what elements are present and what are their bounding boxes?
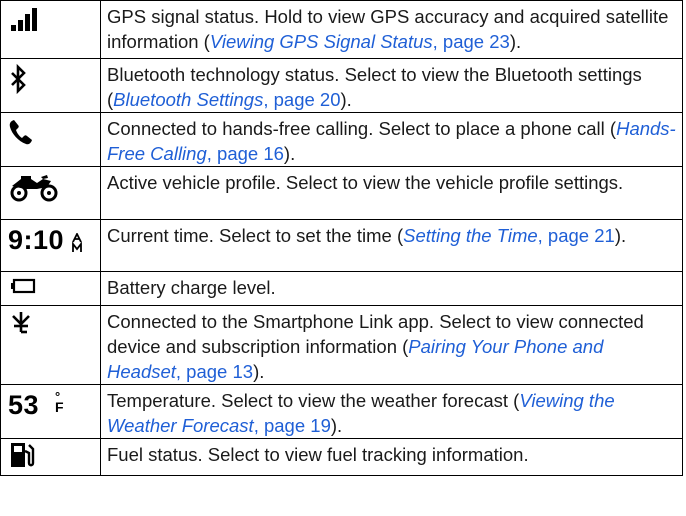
table-row: Connected to hands-free calling. Select … (0, 112, 683, 167)
icon-cell: 9:10 (0, 219, 101, 272)
description-tail: ). (614, 225, 627, 246)
page-reference[interactable]: , page 20 (263, 89, 340, 110)
temperature-display: 53 (8, 390, 40, 420)
description-text: Temperature. Select to view the weather … (107, 390, 520, 411)
icon-cell (0, 112, 101, 167)
smartphone-link-icon (12, 312, 30, 334)
clock-display: 9:10 (8, 225, 65, 255)
cross-reference-link[interactable]: Setting the Time (403, 225, 538, 246)
cross-reference-link[interactable]: Viewing GPS Signal Status (210, 31, 433, 52)
icon-cell (0, 438, 101, 476)
table-row: GPS signal status. Hold to view GPS accu… (0, 0, 683, 59)
page-reference[interactable]: , page 19 (254, 415, 331, 436)
description-cell: Connected to hands-free calling. Select … (100, 112, 683, 167)
signal-bars-icon (11, 8, 37, 31)
icon-cell (0, 58, 101, 113)
description-cell: Active vehicle profile. Select to view t… (100, 166, 683, 220)
description-tail: ). (283, 143, 296, 164)
description-cell: Fuel status. Select to view fuel trackin… (100, 438, 683, 476)
fuel-icon (11, 443, 35, 467)
icon-cell: 53 ° F (0, 384, 101, 439)
table-row: Bluetooth technology status. Select to v… (0, 58, 683, 113)
description-tail: ). (253, 361, 265, 382)
cross-reference-link[interactable]: Bluetooth Settings (113, 89, 263, 110)
description-cell: Bluetooth technology status. Select to v… (100, 58, 683, 113)
am-indicator-icon (72, 233, 82, 252)
fahrenheit-unit: F (55, 399, 64, 415)
icon-cell (0, 271, 101, 306)
description-cell: GPS signal status. Hold to view GPS accu… (100, 0, 683, 59)
icon-cell (0, 0, 101, 59)
description-tail: ). (509, 31, 522, 52)
description-cell: Battery charge level. (100, 271, 683, 306)
description-cell: Connected to the Smartphone Link app. Se… (100, 305, 683, 385)
description-text: Active vehicle profile. Select to view t… (107, 172, 624, 193)
description-tail: ). (340, 89, 352, 110)
page-reference[interactable]: , page 13 (176, 361, 253, 382)
motorcycle-icon (10, 175, 58, 202)
bluetooth-icon (11, 63, 26, 95)
battery-icon (11, 278, 36, 294)
page-reference[interactable]: , page 16 (207, 143, 284, 164)
table-row: 9:10 Current time. Select to set the tim… (0, 219, 683, 272)
status-icons-table: GPS signal status. Hold to view GPS accu… (0, 0, 683, 476)
page-reference[interactable]: , page 21 (538, 225, 615, 246)
phone-icon (9, 120, 32, 145)
description-cell: Temperature. Select to view the weather … (100, 384, 683, 439)
table-row: Active vehicle profile. Select to view t… (0, 166, 683, 220)
table-row: Connected to the Smartphone Link app. Se… (0, 305, 683, 385)
description-cell: Current time. Select to set the time (Se… (100, 219, 683, 272)
description-text: Fuel status. Select to view fuel trackin… (107, 444, 529, 465)
description-text: Battery charge level. (107, 277, 276, 298)
table-row: Fuel status. Select to view fuel trackin… (0, 438, 683, 476)
table-row: 53 ° F Temperature. Select to view the w… (0, 384, 683, 439)
description-text: Connected to hands-free calling. Select … (107, 118, 617, 139)
description-tail: ). (330, 415, 343, 436)
icon-cell (0, 305, 101, 385)
description-text: Current time. Select to set the time ( (107, 225, 404, 246)
table-row: Battery charge level. (0, 271, 683, 306)
page-reference[interactable]: , page 23 (433, 31, 510, 52)
icon-cell (0, 166, 101, 220)
